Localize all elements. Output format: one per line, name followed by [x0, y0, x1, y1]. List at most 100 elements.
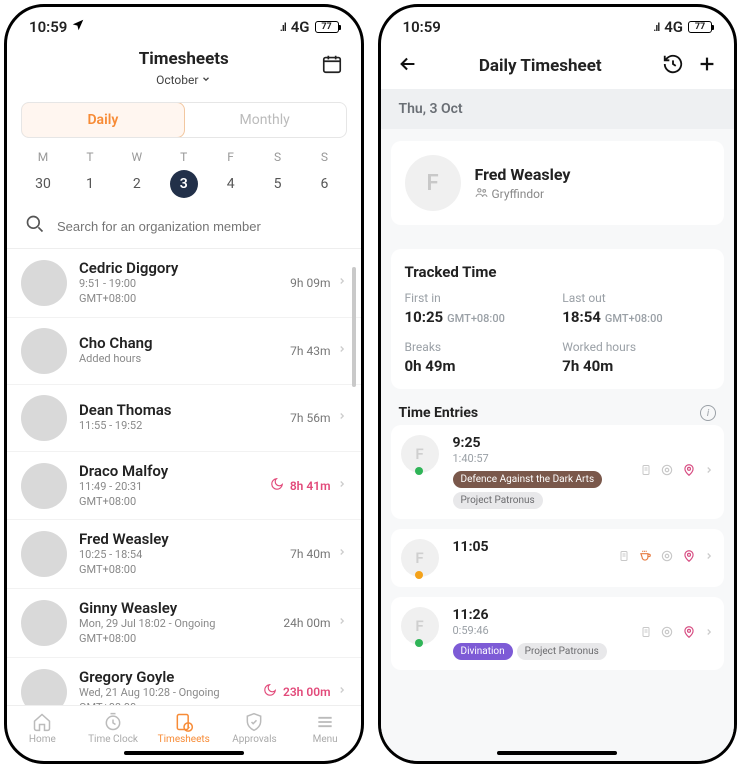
home-indicator: [497, 751, 617, 755]
location-pin-icon[interactable]: [682, 463, 696, 481]
tab-home[interactable]: Home: [7, 712, 78, 745]
target-icon[interactable]: [660, 463, 674, 481]
status-dot: [415, 467, 423, 475]
chevron-right-icon: [337, 546, 347, 562]
duration: 9h 09m: [290, 276, 330, 290]
plus-icon[interactable]: [696, 53, 718, 79]
member-list[interactable]: Cedric Diggory 9:51 - 19:00 GMT+08:00 9h…: [7, 248, 361, 705]
search-row: [7, 208, 361, 248]
member-row[interactable]: Cedric Diggory 9:51 - 19:00 GMT+08:00 9h…: [7, 249, 361, 318]
entry-time: 11:26: [453, 607, 631, 623]
member-row[interactable]: Ginny Weasley Mon, 29 Jul 18:02 - Ongoin…: [7, 589, 361, 658]
target-icon[interactable]: [660, 625, 674, 643]
note-icon[interactable]: [640, 625, 652, 643]
tab-time-clock[interactable]: Time Clock: [78, 712, 149, 745]
signal-icon: .ıl: [280, 21, 286, 34]
week-day[interactable]: S6: [308, 150, 340, 198]
cup-icon: [638, 549, 652, 567]
member-row[interactable]: Gregory Goyle Wed, 21 Aug 10:28 - Ongoin…: [7, 658, 361, 705]
location-pin-icon[interactable]: [682, 549, 696, 567]
duration: 8h 41m: [290, 479, 331, 493]
breaks-block: Breaks 0h 49m: [405, 340, 553, 375]
note-icon[interactable]: [640, 463, 652, 481]
member-name: Cedric Diggory: [79, 259, 278, 277]
first-in-block: First in 10:25GMT+08:00: [405, 291, 553, 326]
member-row[interactable]: Draco Malfoy 11:49 - 20:31 GMT+08:00 8h …: [7, 452, 361, 521]
seg-monthly[interactable]: Monthly: [184, 103, 346, 137]
last-out-block: Last out 18:54GMT+08:00: [562, 291, 710, 326]
back-arrow-icon[interactable]: [397, 53, 419, 79]
date-band: Thu, 3 Oct: [381, 89, 735, 129]
tracked-time-card: Tracked Time First in 10:25GMT+08:00 Las…: [391, 249, 725, 389]
week-day[interactable]: W2: [121, 150, 153, 198]
chevron-right-icon: [337, 275, 347, 291]
moon-icon: [263, 682, 277, 701]
search-icon[interactable]: [25, 214, 45, 238]
tab-timesheets[interactable]: Timesheets: [148, 712, 219, 745]
week-day[interactable]: S5: [262, 150, 294, 198]
status-bar: 10:59 .ıl 4G 77: [381, 7, 735, 47]
avatar: F: [405, 155, 461, 211]
scrollbar[interactable]: [352, 267, 356, 387]
phone-timesheets: 10:59 .ıl 4G 77 Timesheets October: [4, 4, 364, 764]
chevron-right-icon: [337, 615, 347, 631]
member-row[interactable]: Dean Thomas 11:55 - 19:52 7h 56m: [7, 385, 361, 452]
duration: 7h 56m: [290, 411, 330, 425]
header: Timesheets October: [7, 47, 361, 94]
target-icon[interactable]: [660, 549, 674, 567]
week-day[interactable]: T3: [168, 150, 200, 198]
avatar: [21, 600, 67, 646]
week-day[interactable]: T1: [74, 150, 106, 198]
note-icon[interactable]: [618, 549, 630, 567]
time-entry-row[interactable]: F 9:25 1:40:57 Defence Against the Dark …: [391, 425, 725, 519]
tab-bar: Home Time Clock Timesheets Approvals Men…: [7, 705, 361, 749]
chevron-right-icon: [337, 478, 347, 494]
phone-daily-timesheet: 10:59 .ıl 4G 77 Daily Timesheet: [378, 4, 738, 764]
search-input[interactable]: [57, 219, 343, 234]
battery-icon: 77: [688, 21, 712, 33]
calendar-icon[interactable]: [321, 53, 343, 79]
week-day[interactable]: F4: [215, 150, 247, 198]
location-arrow-icon: [71, 18, 85, 36]
time-entry-row[interactable]: F 11:26 0:59:46 DivinationProject Patron…: [391, 597, 725, 670]
user-card[interactable]: F Fred Weasley Gryffindor: [391, 141, 725, 225]
tab-menu[interactable]: Menu: [290, 712, 361, 745]
location-pin-icon[interactable]: [682, 625, 696, 643]
tag-project: Project Patronus: [517, 643, 607, 660]
member-row[interactable]: Cho Chang Added hours 7h 43m: [7, 318, 361, 385]
chevron-right-icon: [704, 626, 714, 642]
member-name: Gregory Goyle: [79, 668, 251, 686]
time-entries-list[interactable]: F 9:25 1:40:57 Defence Against the Dark …: [381, 425, 735, 749]
view-segment: Daily Monthly: [21, 102, 347, 138]
signal-icon: .ıl: [653, 21, 659, 34]
avatar: [21, 395, 67, 441]
week-strip: M30 T1 W2 T3 F4 S5 S6: [7, 144, 361, 208]
chevron-right-icon: [337, 684, 347, 700]
month-selector[interactable]: October: [156, 73, 211, 87]
status-dot: [415, 571, 423, 579]
entries-heading: Time Entries i: [381, 405, 735, 421]
status-dot: [415, 639, 423, 647]
history-icon[interactable]: [662, 53, 684, 79]
time-entry-row[interactable]: F 11:05: [391, 529, 725, 587]
chevron-down-icon: [201, 73, 211, 87]
network-label: 4G: [664, 18, 683, 36]
tab-approvals[interactable]: Approvals: [219, 712, 290, 745]
week-day[interactable]: M30: [27, 150, 59, 198]
entry-time: 9:25: [453, 435, 631, 451]
member-name: Ginny Weasley: [79, 599, 271, 617]
info-icon[interactable]: i: [700, 405, 716, 421]
chevron-right-icon: [704, 464, 714, 480]
network-label: 4G: [291, 18, 310, 36]
page-title: Timesheets: [7, 49, 361, 69]
worked-block: Worked hours 7h 40m: [562, 340, 710, 375]
member-name: Fred Weasley: [79, 530, 278, 548]
home-indicator: [124, 751, 244, 755]
moon-icon: [270, 476, 284, 495]
clock-time: 10:59: [29, 18, 67, 36]
member-row[interactable]: Fred Weasley 10:25 - 18:54 GMT+08:00 7h …: [7, 520, 361, 589]
seg-daily[interactable]: Daily: [21, 102, 185, 138]
member-name: Cho Chang: [79, 334, 278, 352]
chevron-right-icon: [337, 343, 347, 359]
avatar: [21, 669, 67, 705]
